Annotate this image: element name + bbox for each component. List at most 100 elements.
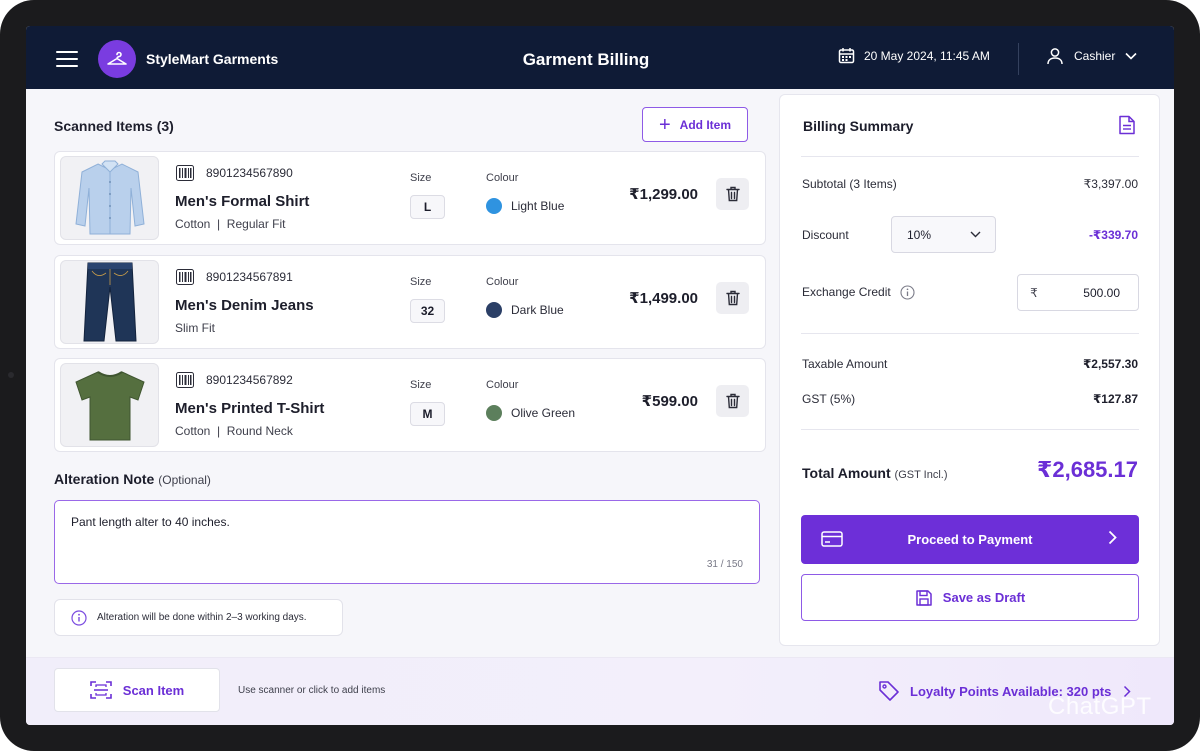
barcode-icon — [176, 372, 194, 388]
save-icon — [916, 589, 932, 606]
size-value[interactable]: 32 — [410, 299, 445, 323]
colour-name: Olive Green — [511, 406, 576, 420]
barcode-row: 8901234567891 — [176, 269, 293, 285]
barcode-row: 8901234567892 — [176, 372, 293, 388]
discount-label: Discount — [802, 228, 849, 242]
item-description: Cotton | Regular Fit — [175, 217, 286, 231]
trash-icon — [725, 186, 740, 202]
tshirt-icon — [60, 363, 159, 447]
barcode-number: 8901234567891 — [206, 270, 293, 284]
discount-option: 10% — [907, 227, 932, 242]
barcode-number: 8901234567892 — [206, 373, 293, 387]
tablet-frame: StyleMart Garments Garment Billing 20 Ma… — [0, 0, 1200, 751]
size-value[interactable]: M — [410, 402, 445, 426]
item-price: ₹1,499.00 — [629, 290, 698, 307]
colour-swatch — [486, 302, 502, 318]
size-label: Size — [410, 172, 432, 184]
credit-card-icon — [821, 531, 843, 547]
user-menu[interactable]: Cashier — [1046, 47, 1137, 65]
add-item-button[interactable]: + Add Item — [642, 107, 748, 142]
barcode-icon — [176, 165, 194, 181]
colour-value: Olive Green — [486, 405, 575, 421]
divider — [801, 429, 1139, 430]
item-description: Cotton | Round Neck — [175, 424, 293, 438]
colour-swatch — [486, 198, 502, 214]
camera-dot — [8, 372, 14, 378]
scan-icon — [89, 681, 112, 699]
item-card: 8901234567892 Men's Printed T-Shirt Cott… — [54, 358, 766, 452]
size-label: Size — [410, 276, 432, 288]
save-as-draft-button[interactable]: Save as Draft — [801, 574, 1139, 621]
delete-item-button[interactable] — [716, 178, 749, 210]
alteration-note-field[interactable]: Pant length alter to 40 inches. 31 / 150 — [54, 500, 760, 584]
barcode-icon — [176, 269, 194, 285]
alteration-info-text: Alteration will be done within 2–3 worki… — [97, 612, 307, 623]
discount-select[interactable]: 10% — [891, 216, 996, 253]
scanned-items-panel: Scanned Items (3) + Add Item 89012345678… — [26, 89, 778, 657]
item-price: ₹599.00 — [641, 393, 698, 410]
exchange-credit-label: Exchange Credit — [802, 285, 915, 300]
item-name: Men's Denim Jeans — [175, 297, 314, 314]
scan-item-button[interactable]: Scan Item — [54, 668, 220, 712]
trash-icon — [725, 393, 740, 409]
proceed-to-payment-button[interactable]: Proceed to Payment — [801, 515, 1139, 564]
document-icon[interactable] — [1118, 115, 1136, 140]
gst-label: GST (5%) — [802, 392, 856, 406]
taxable-amount-label: Taxable Amount — [802, 357, 888, 371]
divider — [801, 333, 1139, 334]
colour-label: Colour — [486, 172, 519, 184]
header-divider — [1018, 43, 1019, 75]
info-icon[interactable] — [900, 285, 915, 300]
gst-value: ₹127.87 — [1092, 392, 1138, 406]
colour-value: Light Blue — [486, 198, 564, 214]
alteration-info: Alteration will be done within 2–3 worki… — [54, 599, 343, 636]
colour-name: Dark Blue — [511, 303, 564, 317]
subtotal-value: ₹3,397.00 — [1083, 177, 1138, 191]
colour-label: Colour — [486, 276, 519, 288]
datetime-display: 20 May 2024, 11:45 AM — [838, 47, 990, 64]
plus-icon: + — [658, 113, 671, 136]
shirt-icon — [60, 156, 159, 240]
delete-item-button[interactable] — [716, 282, 749, 314]
colour-value: Dark Blue — [486, 302, 564, 318]
item-price: ₹1,299.00 — [629, 186, 698, 203]
datetime-text: 20 May 2024, 11:45 AM — [864, 48, 990, 63]
item-name: Men's Formal Shirt — [175, 193, 310, 210]
item-description: Slim Fit — [175, 321, 215, 335]
exchange-credit-value: 500.00 — [1083, 285, 1120, 300]
item-card: 8901234567891 Men's Denim Jeans Slim Fit… — [54, 255, 766, 349]
size-label: Size — [410, 379, 432, 391]
barcode-number: 8901234567890 — [206, 166, 293, 180]
app-screen: StyleMart Garments Garment Billing 20 Ma… — [26, 26, 1174, 725]
alteration-note-text: Pant length alter to 40 inches. — [71, 515, 230, 529]
chevron-down-icon — [970, 231, 981, 238]
exchange-credit-input[interactable]: ₹ 500.00 — [1017, 274, 1139, 311]
jeans-icon — [60, 260, 159, 344]
divider — [801, 156, 1139, 157]
alteration-note-title: Alteration Note (Optional) — [54, 471, 211, 487]
size-value[interactable]: L — [410, 195, 445, 219]
bottom-bar: Scan Item Use scanner or click to add it… — [26, 657, 1174, 725]
total-amount-value: ₹2,685.17 — [1037, 457, 1138, 482]
chevron-right-icon — [1108, 530, 1117, 545]
alteration-label: Alteration Note — [54, 471, 155, 487]
colour-label: Colour — [486, 379, 519, 391]
scan-item-label: Scan Item — [122, 682, 185, 698]
exchange-credit-text: Exchange Credit — [802, 285, 891, 299]
top-header: StyleMart Garments Garment Billing 20 Ma… — [26, 26, 1174, 89]
add-item-label: Add Item — [679, 117, 732, 132]
delete-item-button[interactable] — [716, 385, 749, 417]
total-amount-label: Total Amount (GST Incl.) — [802, 465, 948, 481]
character-count: 31 / 150 — [706, 559, 743, 570]
scan-hint: Use scanner or click to add items — [238, 685, 386, 696]
tag-icon — [879, 681, 899, 701]
watermark: ChatGPT — [1048, 693, 1152, 720]
barcode-row: 8901234567890 — [176, 165, 293, 181]
discount-value: -₹339.70 — [1088, 228, 1138, 242]
proceed-to-payment-label: Proceed to Payment — [907, 532, 1033, 547]
item-card: 8901234567890 Men's Formal Shirt Cotton … — [54, 151, 766, 245]
scanned-items-title: Scanned Items (3) — [54, 118, 174, 134]
billing-summary-panel: Billing Summary Subtotal (3 Items) ₹3,39… — [779, 94, 1160, 646]
currency-symbol: ₹ — [1030, 285, 1038, 300]
user-icon — [1047, 48, 1063, 65]
